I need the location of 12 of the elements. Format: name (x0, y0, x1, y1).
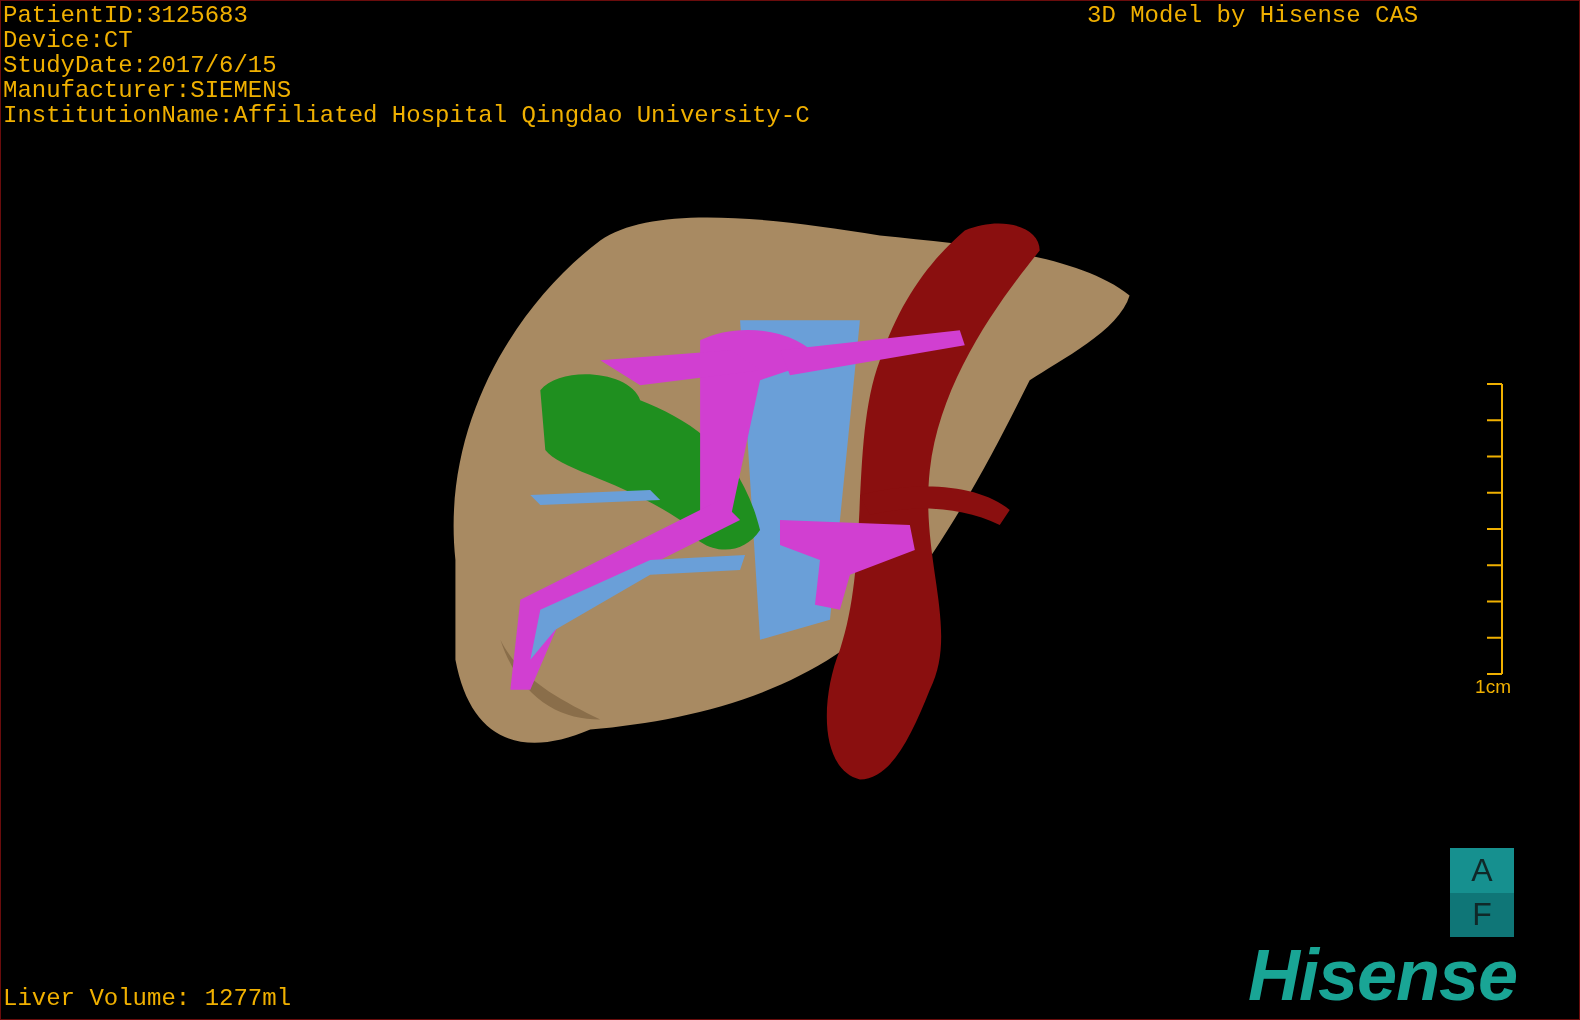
orientation-cube[interactable]: A F (1450, 848, 1514, 937)
study-info-line: Device:CT (3, 28, 134, 53)
scale-label: 1cm (1475, 676, 1511, 698)
orientation-label: F (1450, 892, 1514, 937)
study-info-line: PatientID:3125683 (3, 3, 249, 28)
liver-volume: Liver Volume: 1277ml (3, 986, 292, 1011)
study-info-line: InstitutionName:Affiliated Hospital Qingdao University-C (3, 103, 810, 128)
study-info-line: StudyDate:2017/6/15 (3, 53, 278, 78)
logo: Hisense (1248, 938, 1518, 1012)
study-info-line: Manufacturer:SIEMENS (3, 78, 293, 103)
model-credit: 3D Model by Hisense CAS (1087, 3, 1419, 28)
orientation-label: A (1450, 848, 1514, 893)
